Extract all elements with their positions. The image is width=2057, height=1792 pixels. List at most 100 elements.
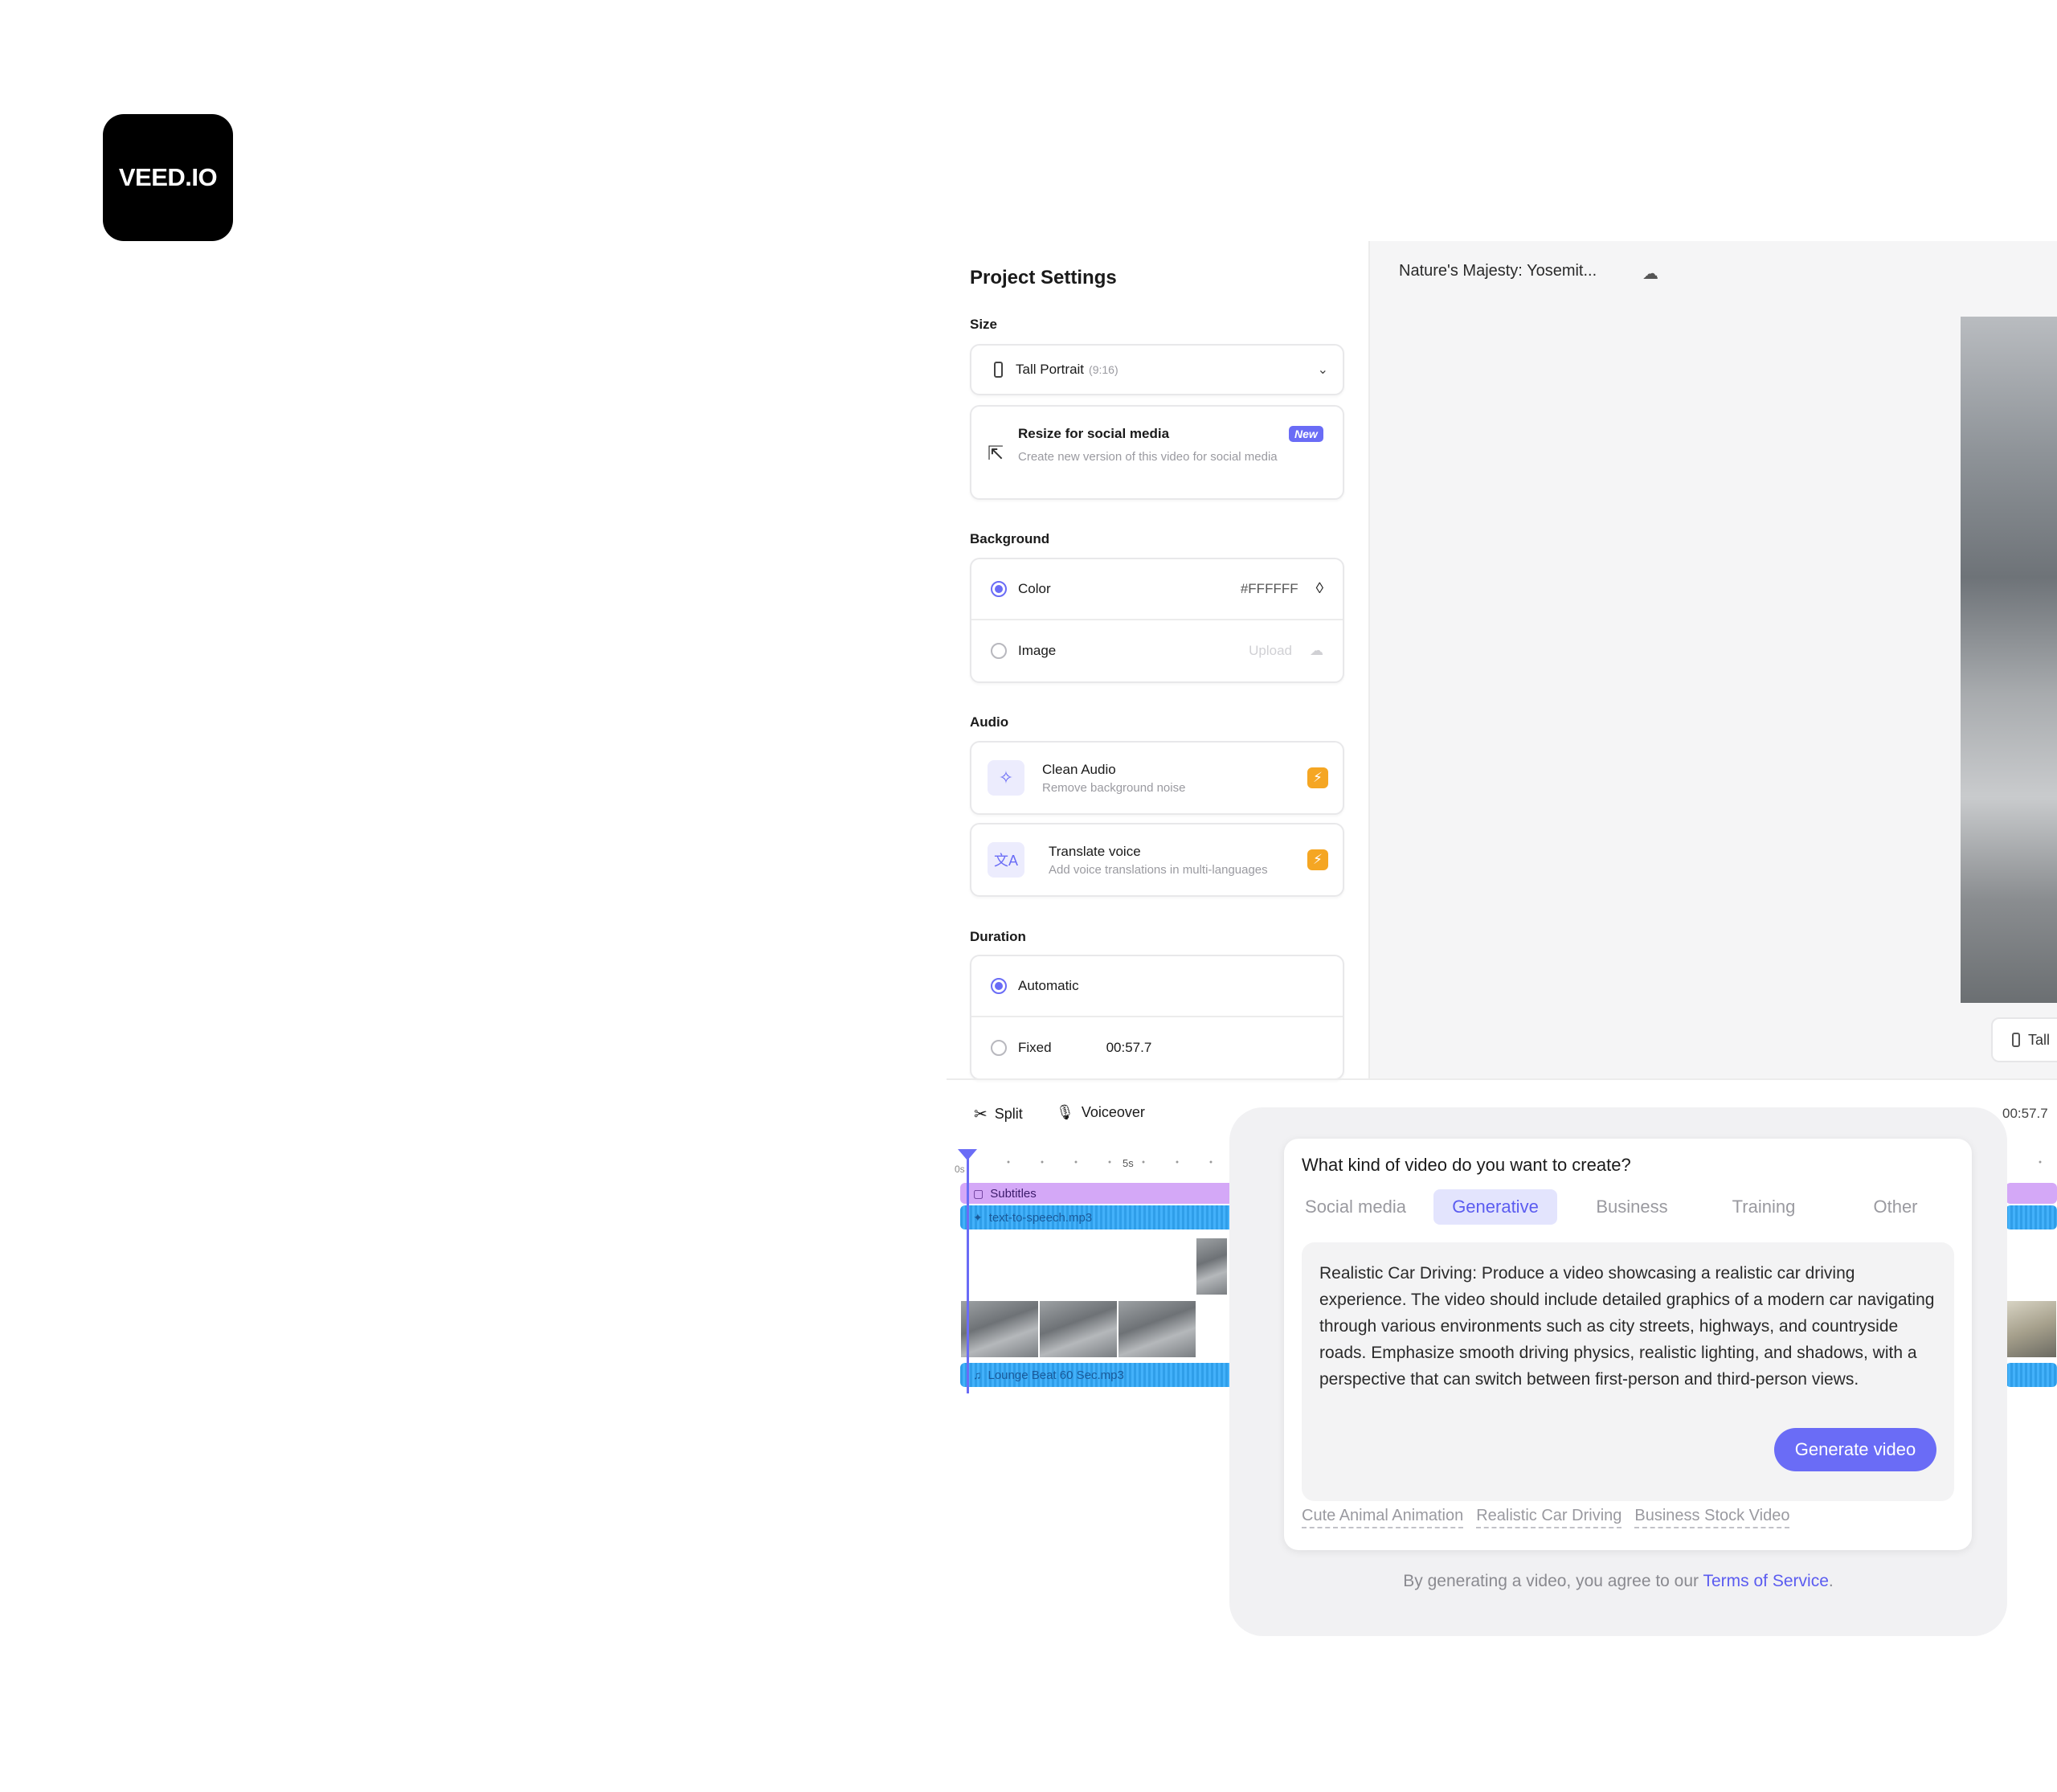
resize-description: Create new version of this video for soc… xyxy=(1018,450,1278,464)
music-label: Lounge Beat 60 Sec.mp3 xyxy=(988,1368,1124,1382)
fixed-label: Fixed xyxy=(1018,1040,1052,1055)
suggestion-realistic-car[interactable]: Realistic Car Driving xyxy=(1476,1507,1622,1528)
voiceover-label: Voiceover xyxy=(1081,1104,1145,1120)
clean-audio-card[interactable]: ✧ Clean Audio Remove background noise ⚡ xyxy=(970,741,1344,815)
fixed-duration-value[interactable]: 00:57.7 xyxy=(1106,1040,1152,1056)
generate-video-button[interactable]: Generate video xyxy=(1774,1428,1936,1471)
canvas-size-chip[interactable]: Tall xyxy=(1991,1017,2057,1062)
video-preview[interactable] xyxy=(1961,317,2057,1003)
tab-training[interactable]: Training xyxy=(1703,1189,1824,1225)
tts-track-right[interactable] xyxy=(2006,1205,2057,1229)
timeline-total-time: 00:57.7 xyxy=(2002,1106,2048,1121)
translate-voice-title: Translate voice xyxy=(1049,843,1141,859)
ruler-start: 0s xyxy=(955,1164,965,1175)
radio-automatic[interactable] xyxy=(991,978,1007,994)
lightning-icon: ⚡ xyxy=(1307,849,1328,870)
tab-generative[interactable]: Generative xyxy=(1433,1189,1557,1225)
tos-suffix: . xyxy=(1828,1572,1834,1590)
tab-social-media[interactable]: Social media xyxy=(1295,1189,1416,1225)
canvas-area xyxy=(1370,241,2057,1078)
generate-video-card: What kind of video do you want to create… xyxy=(1284,1139,1972,1550)
image-option-label: Image xyxy=(1018,643,1057,658)
size-selected: Tall Portrait xyxy=(1016,362,1085,377)
video-clip-main[interactable] xyxy=(960,1300,1196,1358)
lightning-icon: ⚡ xyxy=(1307,767,1328,788)
translate-voice-card[interactable]: 文A Translate voice Add voice translation… xyxy=(970,823,1344,897)
prompt-box[interactable]: Realistic Car Driving: Produce a video s… xyxy=(1302,1242,1954,1501)
subtitle-icon: ▢ xyxy=(973,1186,984,1200)
background-options: Color #FFFFFF ◊ Image Upload ☁ xyxy=(970,558,1344,683)
size-dropdown[interactable]: Tall Portrait (9:16) ⌄ xyxy=(970,344,1344,395)
background-color-option[interactable]: Color #FFFFFF ◊ xyxy=(971,559,1343,620)
subtitles-label: Subtitles xyxy=(990,1186,1037,1201)
upload-label[interactable]: Upload xyxy=(1249,643,1292,659)
cloud-saved-icon: ☁ xyxy=(1642,265,1658,283)
clean-audio-description: Remove background noise xyxy=(1042,780,1186,795)
clean-audio-title: Clean Audio xyxy=(1042,761,1116,777)
terms-notice: By generating a video, you agree to our … xyxy=(1229,1572,2007,1591)
color-hex-value[interactable]: #FFFFFF xyxy=(1241,581,1298,597)
tts-track[interactable]: ✦ text-to-speech.mp3 xyxy=(960,1205,1246,1229)
duration-options: Automatic Fixed 00:57.7 xyxy=(970,955,1344,1080)
resize-title: Resize for social media xyxy=(1018,426,1170,441)
tab-business[interactable]: Business xyxy=(1572,1189,1692,1225)
clip-thumbnail xyxy=(1118,1300,1196,1358)
radio-fixed[interactable] xyxy=(991,1040,1007,1056)
paint-bucket-icon[interactable]: ◊ xyxy=(1316,580,1323,598)
portrait-icon xyxy=(994,362,1003,378)
suggestion-business-stock[interactable]: Business Stock Video xyxy=(1634,1507,1790,1528)
audio-label: Audio xyxy=(970,714,1009,730)
tts-label: text-to-speech.mp3 xyxy=(988,1210,1093,1225)
duration-automatic-option[interactable]: Automatic xyxy=(971,956,1343,1017)
translate-icon: 文A xyxy=(988,842,1024,878)
translate-voice-description: Add voice translations in multi-language… xyxy=(1049,862,1268,877)
music-track-right[interactable] xyxy=(2006,1363,2057,1387)
radio-color[interactable] xyxy=(991,581,1007,597)
veed-logo: VEED.IO xyxy=(103,114,233,241)
radio-image[interactable] xyxy=(991,643,1007,659)
background-label: Background xyxy=(970,531,1050,546)
clip-thumbnail xyxy=(960,1300,1039,1358)
voiceover-button[interactable]: 🎙 Voiceover xyxy=(1056,1104,1145,1121)
project-name[interactable]: Nature's Majesty: Yosemit... xyxy=(1399,262,1597,280)
music-note-icon: ♫ xyxy=(973,1369,982,1381)
microphone-icon: 🎙 xyxy=(1056,1104,1074,1120)
suggestion-cute-animal[interactable]: Cute Animal Animation xyxy=(1302,1507,1464,1528)
prompt-text[interactable]: Realistic Car Driving: Produce a video s… xyxy=(1319,1260,1938,1393)
modal-question: What kind of video do you want to create… xyxy=(1302,1155,1631,1175)
resize-icon: ⇱ xyxy=(988,443,1004,464)
video-clip-small[interactable] xyxy=(1196,1238,1228,1295)
sparkle-icon: ✦ xyxy=(973,1210,983,1224)
ruler-ticks xyxy=(992,1160,1233,1164)
size-label: Size xyxy=(970,317,998,332)
automatic-label: Automatic xyxy=(1018,978,1079,993)
panel-title: Project Settings xyxy=(970,267,1117,288)
split-button[interactable]: ✂ Split xyxy=(974,1104,1023,1124)
music-track[interactable]: ♫ Lounge Beat 60 Sec.mp3 xyxy=(960,1363,1246,1387)
upload-icon[interactable]: ☁ xyxy=(1310,643,1323,659)
subtitles-track-right[interactable] xyxy=(2006,1183,2057,1204)
duration-label: Duration xyxy=(970,929,1026,944)
size-ratio: (9:16) xyxy=(1089,363,1118,376)
tab-other[interactable]: Other xyxy=(1835,1189,1956,1225)
suggestions-row: Cute Animal Animation Realistic Car Driv… xyxy=(1302,1507,1790,1528)
new-badge: New xyxy=(1289,426,1323,442)
clip-thumbnail xyxy=(1039,1300,1118,1358)
tos-prefix: By generating a video, you agree to our xyxy=(1403,1572,1699,1590)
color-option-label: Color xyxy=(1018,581,1051,596)
sparkle-icon: ✧ xyxy=(988,760,1024,796)
ruler-ticks-right xyxy=(2023,1160,2057,1164)
video-clip-right[interactable] xyxy=(2006,1300,2057,1358)
resize-social-card[interactable]: ⇱ Resize for social media New Create new… xyxy=(970,405,1344,500)
playhead-line[interactable] xyxy=(967,1157,969,1393)
timeline-divider xyxy=(947,1078,2057,1080)
chevron-down-icon: ⌄ xyxy=(1317,363,1328,377)
portrait-icon xyxy=(2012,1033,2020,1047)
duration-fixed-option[interactable]: Fixed 00:57.7 xyxy=(971,1017,1343,1078)
subtitles-track[interactable]: ▢ Subtitles xyxy=(960,1183,1246,1204)
project-settings-panel: Project Settings Size Tall Portrait (9:1… xyxy=(947,241,1370,1080)
scissors-icon: ✂ xyxy=(974,1106,988,1123)
background-image-option[interactable]: Image Upload ☁ xyxy=(971,620,1343,681)
terms-of-service-link[interactable]: Terms of Service xyxy=(1703,1572,1829,1590)
canvas-size-label: Tall xyxy=(2028,1031,2051,1048)
